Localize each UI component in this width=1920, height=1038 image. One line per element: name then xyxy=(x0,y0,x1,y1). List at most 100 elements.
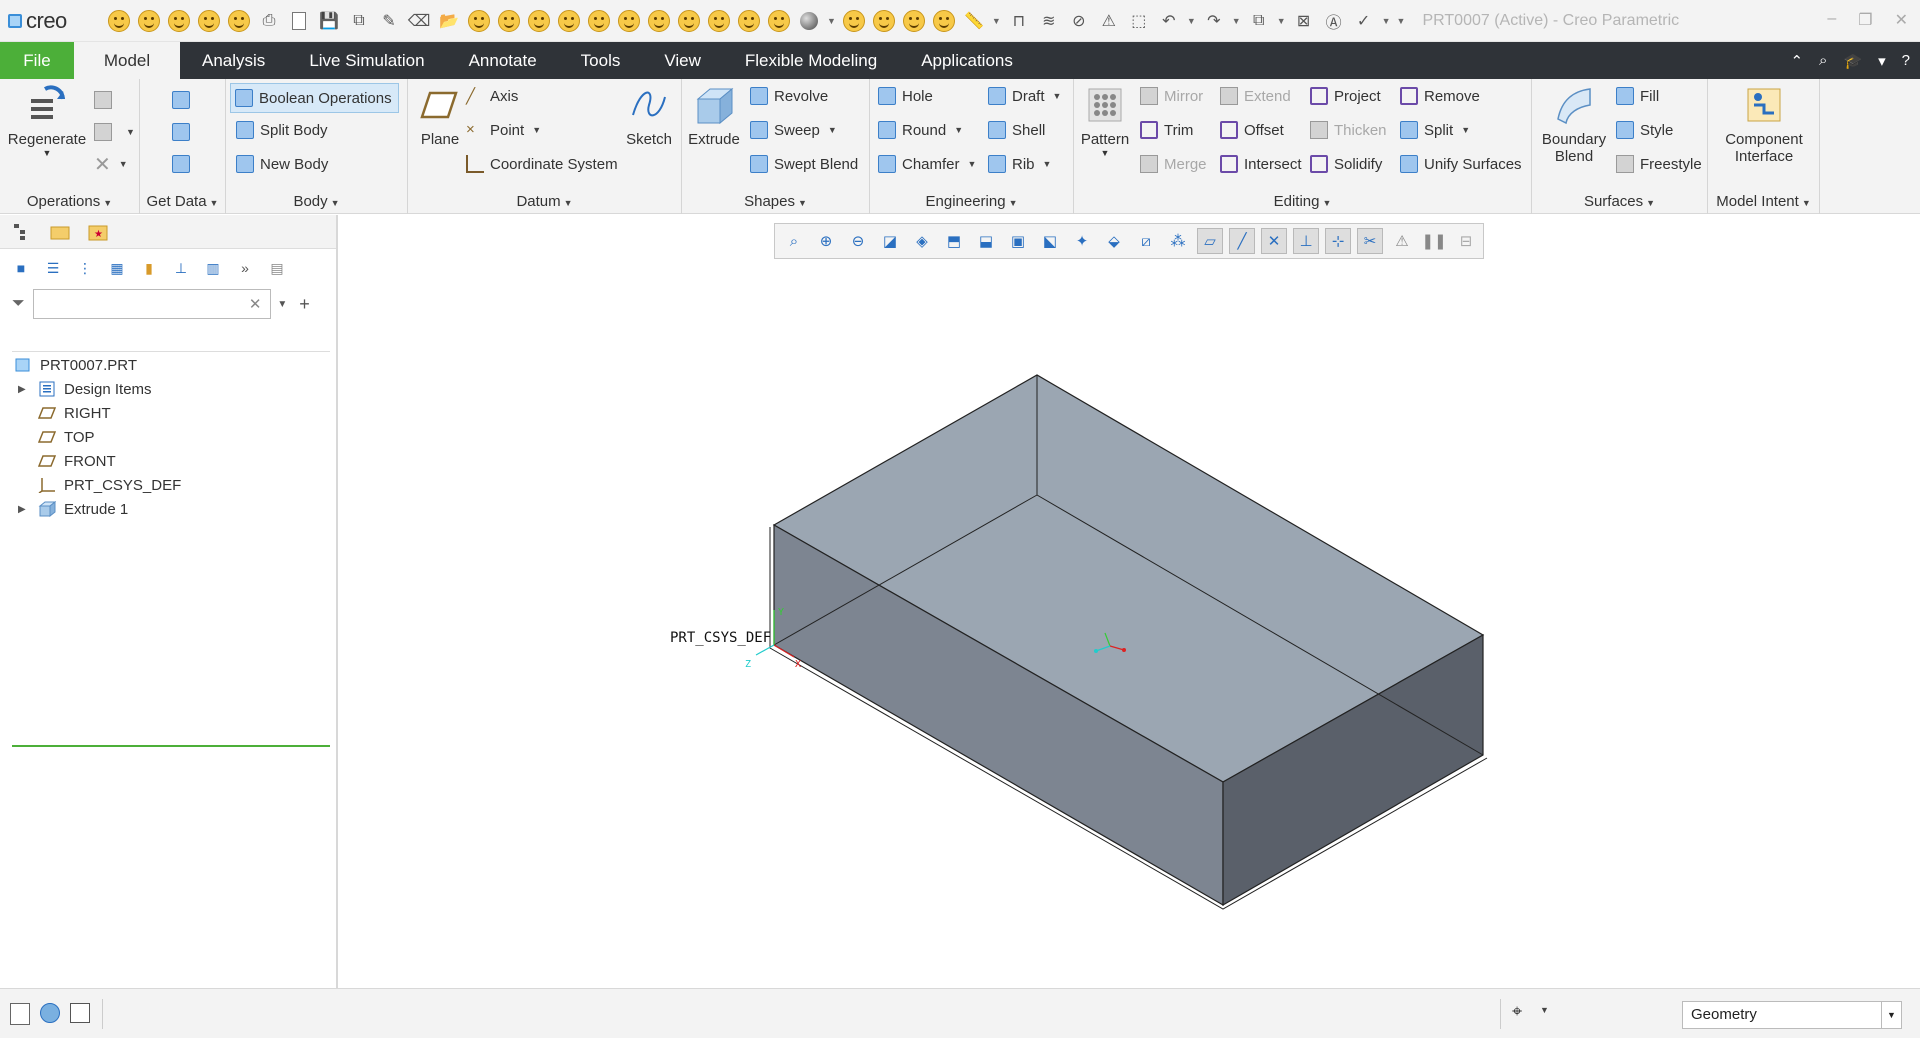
surfaces-group-label[interactable]: Surfaces ▼ xyxy=(1532,193,1707,210)
new-file-icon[interactable] xyxy=(288,10,310,32)
open-folder-icon[interactable]: 📂 xyxy=(438,10,460,32)
tree-settings-icon[interactable]: ▥ xyxy=(204,259,222,277)
insert-indicator[interactable] xyxy=(12,745,330,747)
model-canvas[interactable]: Y X Z PRT_CSYS_DEF xyxy=(340,215,1920,990)
more-icon[interactable]: » xyxy=(236,259,254,277)
spin-center-display-icon[interactable]: ⊹ xyxy=(1325,228,1351,254)
graphics-viewport[interactable]: Y X Z PRT_CSYS_DEF xyxy=(340,215,1920,990)
model-intent-group-label[interactable]: Model Intent ▼ xyxy=(1708,193,1819,210)
chevron-down-icon[interactable]: ▾ xyxy=(1878,52,1886,70)
offset-button[interactable]: Offset xyxy=(1220,117,1284,143)
csys-label[interactable]: PRT_CSYS_DEF xyxy=(670,630,771,646)
zoom-in-icon[interactable]: ⊕ xyxy=(813,228,839,254)
spin-center-icon[interactable]: ✦ xyxy=(1069,228,1095,254)
refit-icon[interactable]: ⌕ xyxy=(781,228,807,254)
chevron-down-icon[interactable]: ▼ xyxy=(1043,159,1052,169)
trim-button[interactable]: Trim xyxy=(1140,117,1193,143)
save-icon[interactable]: 💾 xyxy=(318,10,340,32)
help-icon[interactable]: ? xyxy=(1902,52,1910,69)
browser-icon[interactable] xyxy=(40,1003,60,1023)
tab-view[interactable]: View xyxy=(642,42,723,79)
boundary-blend-button[interactable]: Boundary Blend xyxy=(1536,85,1612,165)
appearance-icon[interactable]: ⬙ xyxy=(1101,228,1127,254)
smiley-icon[interactable] xyxy=(558,9,580,32)
smiley-icon[interactable] xyxy=(902,9,925,32)
merge-button[interactable]: Merge xyxy=(1140,151,1207,177)
editing-group-label[interactable]: Editing ▼ xyxy=(1074,193,1531,210)
pause-icon[interactable]: ❚❚ xyxy=(1421,228,1447,254)
sketch-button[interactable]: Sketch xyxy=(622,85,676,148)
redo-icon[interactable]: ↷ xyxy=(1203,10,1225,32)
tree-item-extrude-1[interactable]: ▶ Extrude 1 xyxy=(0,497,338,521)
chevron-down-icon[interactable]: ▼ xyxy=(954,125,963,135)
chevron-down-icon[interactable]: ▼ xyxy=(1540,1005,1549,1015)
mirror-button[interactable]: Mirror xyxy=(1140,83,1203,109)
smiley-icon[interactable] xyxy=(528,9,550,32)
smiley-icon[interactable] xyxy=(108,9,130,32)
display-style-icon[interactable]: ◈ xyxy=(909,228,935,254)
bookmark-icon[interactable]: ▮ xyxy=(140,259,158,277)
show-icon[interactable]: ■ xyxy=(12,259,30,277)
erase-icon[interactable]: ⌫ xyxy=(408,10,431,32)
tab-annotate[interactable]: Annotate xyxy=(447,42,559,79)
repaint-icon[interactable]: ◪ xyxy=(877,228,903,254)
chevron-down-icon[interactable]: ▼ xyxy=(828,125,837,135)
body-group-label[interactable]: Body ▼ xyxy=(226,193,407,210)
pattern-button[interactable]: Pattern ▼ xyxy=(1078,85,1132,158)
feature-icon[interactable]: ⬚ xyxy=(1128,10,1150,32)
tree-item-front[interactable]: FRONT xyxy=(0,449,338,473)
datum-axis-display-icon[interactable]: ╱ xyxy=(1229,228,1255,254)
annotation-toggle-icon[interactable]: ✂ xyxy=(1357,228,1383,254)
delete-button[interactable]: ✕ ▼ xyxy=(94,151,128,177)
smiley-icon[interactable] xyxy=(588,9,610,32)
measure-icon[interactable]: 📏 xyxy=(963,10,985,32)
datum-point-display-icon[interactable]: ✕ xyxy=(1261,228,1287,254)
user-defined-feature-button[interactable] xyxy=(172,87,196,113)
perspective-icon[interactable]: ▣ xyxy=(1005,228,1031,254)
axis-button[interactable]: ╱ Axis xyxy=(466,83,518,109)
notes-icon[interactable]: ▤ xyxy=(268,259,286,277)
search-icon[interactable]: ⌕ xyxy=(1819,52,1827,69)
smiley-icon[interactable] xyxy=(872,9,895,32)
chevron-down-icon[interactable]: ▼ xyxy=(827,16,836,26)
tab-live-simulation[interactable]: Live Simulation xyxy=(287,42,446,79)
undo-icon[interactable]: ↶ xyxy=(1158,10,1180,32)
close-window-icon[interactable]: ⊠ xyxy=(1293,10,1315,32)
smiley-icon[interactable] xyxy=(138,9,160,32)
customize-qa-icon[interactable]: ▼ xyxy=(1397,16,1406,26)
edit-icon[interactable]: ✎ xyxy=(378,10,400,32)
copy-button[interactable] xyxy=(94,87,118,113)
tree-columns-icon[interactable]: ⋮ xyxy=(76,259,94,277)
smiley-icon[interactable] xyxy=(618,9,640,32)
plane-display-icon[interactable]: ⧄ xyxy=(1133,228,1159,254)
tree-item-csys[interactable]: PRT_CSYS_DEF xyxy=(0,473,338,497)
extend-button[interactable]: Extend xyxy=(1220,83,1291,109)
smiley-icon[interactable] xyxy=(648,9,670,32)
new-body-button[interactable]: New Body xyxy=(236,151,328,177)
smiley-icon[interactable] xyxy=(708,9,730,32)
tab-file[interactable]: File xyxy=(0,42,74,79)
curve-icon[interactable]: ≋ xyxy=(1038,10,1060,32)
tree-list-icon[interactable]: ☰ xyxy=(44,259,62,277)
smiley-icon[interactable] xyxy=(932,9,955,32)
chevron-down-icon[interactable]: ▼ xyxy=(1232,16,1241,26)
smiley-icon[interactable] xyxy=(842,9,865,32)
zoom-out-icon[interactable]: ⊖ xyxy=(845,228,871,254)
save-all-icon[interactable]: ⧉ xyxy=(348,10,370,32)
plane-button[interactable]: Plane xyxy=(414,85,466,148)
chamfer-button[interactable]: Chamfer ▼ xyxy=(878,151,976,177)
component-interface-button[interactable]: Component Interface xyxy=(1712,85,1816,165)
rib-button[interactable]: Rib ▼ xyxy=(988,151,1051,177)
smiley-icon[interactable] xyxy=(678,9,700,32)
project-button[interactable]: Project xyxy=(1310,83,1381,109)
unify-surfaces-button[interactable]: Unify Surfaces xyxy=(1400,151,1522,177)
selection-filter-select[interactable]: Geometry ▼ xyxy=(1682,1001,1902,1029)
draft-button[interactable]: Draft ▼ xyxy=(988,83,1061,109)
chevron-down-icon[interactable]: ▼ xyxy=(1078,148,1132,158)
engineering-group-label[interactable]: Engineering ▼ xyxy=(870,193,1073,210)
tree-item-top[interactable]: TOP xyxy=(0,425,338,449)
smiley-icon[interactable] xyxy=(468,9,490,32)
section-icon[interactable]: ⬕ xyxy=(1037,228,1063,254)
disabled-tool-icon[interactable]: ⊟ xyxy=(1453,228,1479,254)
smiley-icon[interactable] xyxy=(768,9,790,32)
